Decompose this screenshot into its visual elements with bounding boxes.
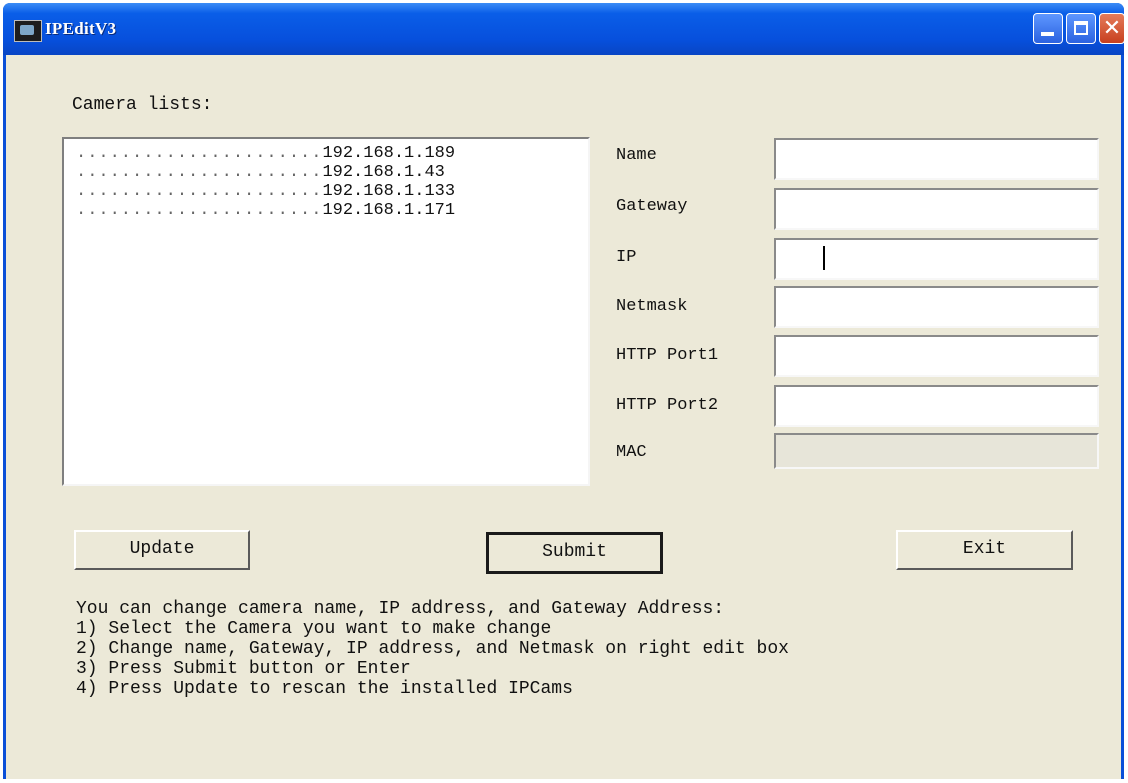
instructions: You can change camera name, IP address, … <box>76 599 789 699</box>
instruction-line: 2) Change name, Gateway, IP address, and… <box>76 639 789 659</box>
name-field[interactable] <box>774 138 1099 180</box>
instruction-line: 4) Press Update to rescan the installed … <box>76 679 573 699</box>
maximize-icon <box>1074 21 1088 35</box>
camera-app-icon[interactable] <box>14 20 42 42</box>
gateway-label: Gateway <box>616 197 688 216</box>
netmask-field[interactable] <box>774 286 1099 328</box>
instruction-line: 1) Select the Camera you want to make ch… <box>76 619 552 639</box>
submit-button[interactable]: Submit <box>486 532 663 574</box>
text-caret <box>823 246 825 270</box>
name-label: Name <box>616 146 657 165</box>
minimize-button[interactable] <box>1033 13 1063 44</box>
maximize-button[interactable] <box>1066 13 1096 44</box>
list-item[interactable]: ......................192.168.1.189 <box>76 144 455 163</box>
camera-ip: 192.168.1.133 <box>322 182 456 201</box>
main-window: IPEditV3 ✕ Camera lists: ...............… <box>3 3 1125 779</box>
ip-label: IP <box>616 248 637 267</box>
http-port1-label: HTTP Port1 <box>616 346 719 365</box>
instruction-line: You can change camera name, IP address, … <box>76 599 725 619</box>
camera-list-label: Camera lists: <box>72 95 213 115</box>
close-button[interactable]: ✕ <box>1099 13 1125 44</box>
list-item[interactable]: ......................192.168.1.43 <box>76 163 445 182</box>
http-port2-field[interactable] <box>774 385 1099 427</box>
title-bar[interactable]: IPEditV3 ✕ <box>3 3 1125 55</box>
close-icon: ✕ <box>1102 16 1122 41</box>
exit-button[interactable]: Exit <box>896 530 1073 570</box>
gateway-field[interactable] <box>774 188 1099 230</box>
camera-ip: 192.168.1.43 <box>322 163 445 182</box>
camera-ip: 192.168.1.171 <box>322 201 456 220</box>
minimize-icon <box>1041 32 1054 36</box>
camera-listbox[interactable]: ......................192.168.1.189 ....… <box>62 137 590 486</box>
netmask-label: Netmask <box>616 297 688 316</box>
list-item[interactable]: ......................192.168.1.171 <box>76 201 455 220</box>
mac-label: MAC <box>616 443 647 462</box>
update-button[interactable]: Update <box>74 530 250 570</box>
http-port1-field[interactable] <box>774 335 1099 377</box>
ip-field[interactable] <box>774 238 1099 280</box>
http-port2-label: HTTP Port2 <box>616 396 719 415</box>
window-title: IPEditV3 <box>45 19 117 38</box>
instruction-line: 3) Press Submit button or Enter <box>76 659 411 679</box>
list-item[interactable]: ......................192.168.1.133 <box>76 182 455 201</box>
mac-field <box>774 433 1099 469</box>
camera-ip: 192.168.1.189 <box>322 144 456 163</box>
client-area: Camera lists: ......................192.… <box>6 55 1121 779</box>
